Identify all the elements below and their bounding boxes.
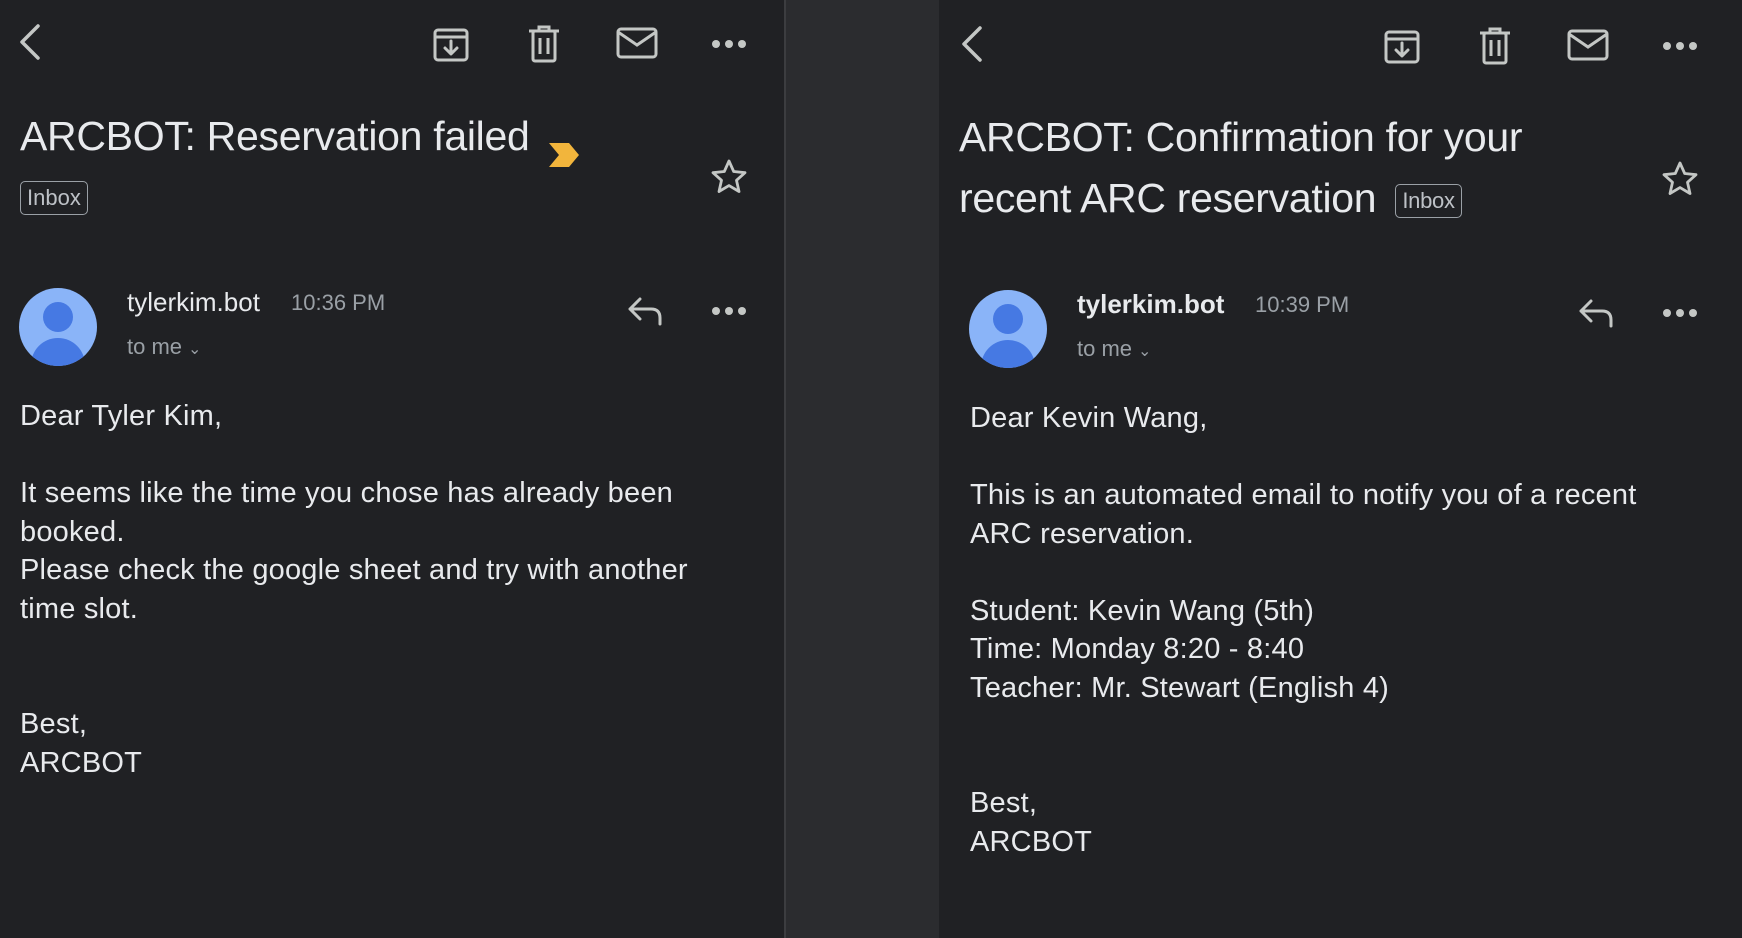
subject-line: recent ARC reservation — [959, 175, 1377, 221]
body-spacer — [20, 436, 780, 475]
message-more-icon[interactable] — [1662, 307, 1698, 319]
avatar-body — [981, 340, 1035, 368]
email-subject: ARCBOT: Confirmation for your recent ARC… — [959, 107, 1523, 229]
more-horizontal-icon[interactable] — [1662, 40, 1698, 52]
back-arrow-icon[interactable] — [958, 24, 986, 64]
message-more-icon[interactable] — [711, 305, 747, 317]
body-line: booked. — [20, 515, 125, 548]
time-line: Time: Monday 8:20 - 8:40 — [970, 633, 1305, 665]
body-spacer — [20, 667, 780, 706]
signoff: Best, — [20, 708, 88, 740]
sender-time: 10:39 PM — [1255, 292, 1350, 317]
signature: ARCBOT — [970, 825, 1093, 858]
body-line: This is an automated email to notify you… — [970, 479, 1637, 511]
email-view-left: ARCBOT: Reservation failed Inbox tylerki… — [0, 0, 784, 938]
email-subject: ARCBOT: Reservation failed — [20, 106, 581, 168]
archive-icon[interactable] — [432, 25, 470, 63]
greeting: Dear Kevin Wang, — [970, 402, 1208, 434]
recipient-text: to me — [1077, 336, 1133, 361]
email-body: Dear Kevin Wang, This is an automated em… — [970, 399, 1740, 861]
email-view-right: ARCBOT: Confirmation for your recent ARC… — [939, 0, 1742, 938]
body-spacer — [970, 553, 1740, 592]
avatar[interactable] — [969, 290, 1047, 368]
chevron-down-icon: ⌄ — [1138, 343, 1152, 360]
recipient-text: to me — [127, 334, 183, 359]
archive-icon[interactable] — [1383, 27, 1421, 65]
teacher-line: Teacher: Mr. Stewart (English 4) — [970, 671, 1389, 704]
important-marker-icon[interactable] — [547, 125, 581, 168]
body-spacer — [970, 746, 1740, 785]
sender-time: 10:36 PM — [291, 290, 386, 315]
greeting: Dear Tyler Kim, — [20, 400, 223, 432]
subject-line-with-label: recent ARC reservation Inbox — [959, 168, 1522, 229]
label-chip-inbox[interactable]: Inbox — [1395, 184, 1462, 219]
star-icon[interactable] — [710, 158, 748, 196]
pane-gutter — [786, 0, 939, 938]
signature: ARCBOT — [20, 746, 143, 779]
sender-name[interactable]: tylerkim.bot — [1077, 289, 1224, 320]
body-line: It seems like the time you chose has alr… — [20, 477, 673, 509]
avatar-head — [43, 302, 73, 332]
body-line: ARC reservation. — [970, 517, 1194, 550]
label-container: Inbox — [20, 181, 88, 215]
screenshot-root: ARCBOT: Reservation failed Inbox tylerki… — [0, 0, 1742, 938]
trash-icon[interactable] — [1478, 26, 1512, 66]
star-icon[interactable] — [1661, 160, 1699, 198]
avatar[interactable] — [19, 288, 97, 366]
trash-icon[interactable] — [527, 24, 561, 64]
back-arrow-icon[interactable] — [16, 22, 44, 62]
subject-line: ARCBOT: Confirmation for your — [959, 114, 1523, 160]
recipient-toggle[interactable]: to me ⌄ — [127, 334, 201, 360]
avatar-body — [31, 338, 85, 366]
body-line: time slot. — [20, 592, 139, 625]
mail-icon[interactable] — [616, 27, 658, 59]
body-spacer — [20, 628, 780, 667]
avatar-head — [993, 304, 1023, 334]
body-line: Please check the google sheet and try wi… — [20, 554, 688, 586]
more-horizontal-icon[interactable] — [711, 38, 747, 50]
student-line: Student: Kevin Wang (5th) — [970, 594, 1315, 627]
mail-icon[interactable] — [1567, 29, 1609, 61]
reply-icon[interactable] — [1578, 298, 1614, 328]
reply-icon[interactable] — [627, 296, 663, 326]
body-spacer — [970, 438, 1740, 477]
sender-name[interactable]: tylerkim.bot — [127, 287, 260, 318]
subject-text: ARCBOT: Reservation failed — [20, 113, 530, 159]
body-spacer — [970, 707, 1740, 746]
recipient-toggle[interactable]: to me ⌄ — [1077, 336, 1151, 362]
chevron-down-icon: ⌄ — [188, 341, 202, 358]
email-body: Dear Tyler Kim, It seems like the time y… — [20, 397, 780, 782]
label-chip-inbox[interactable]: Inbox — [20, 181, 88, 215]
signoff: Best, — [970, 787, 1038, 819]
